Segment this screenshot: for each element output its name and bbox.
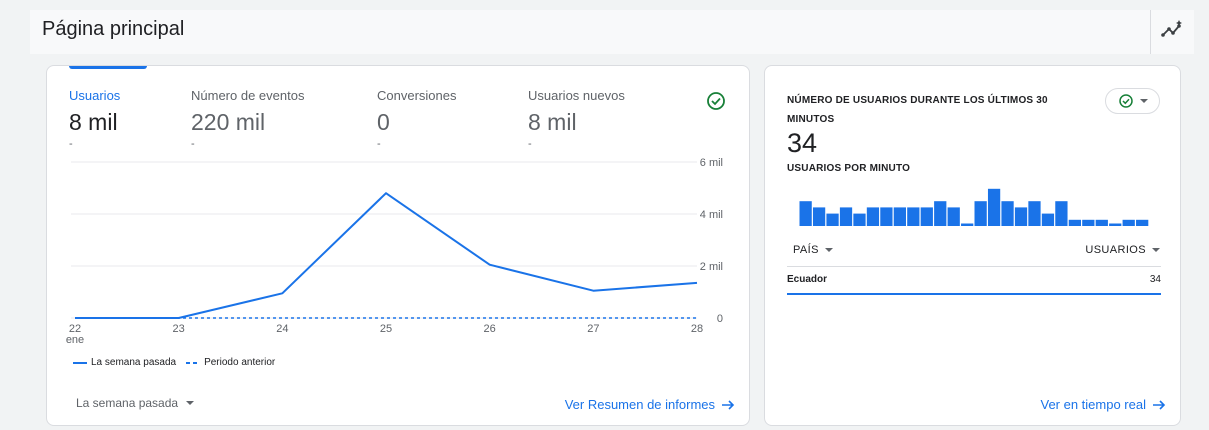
x-tick-label: 24 <box>276 323 288 335</box>
minute-bar <box>974 201 987 226</box>
view-reports-link[interactable]: Ver Resumen de informes <box>565 397 735 412</box>
minute-bar <box>1095 219 1108 226</box>
minute-bar <box>866 207 880 226</box>
chevron-down-icon <box>186 401 195 405</box>
minute-bar <box>839 207 853 226</box>
column-users-label: USUARIOS <box>1085 244 1146 256</box>
y-tick-label: 6 mil <box>700 157 723 169</box>
minute-bar <box>1055 201 1068 226</box>
view-realtime-link[interactable]: Ver en tiempo real <box>1040 397 1166 412</box>
x-tick-sublabel: ene <box>66 334 84 346</box>
x-tick-label: 27 <box>587 323 599 335</box>
minute-bar <box>893 207 906 226</box>
minute-bar <box>799 201 812 226</box>
minute-bar <box>961 223 974 226</box>
legend-previous: Periodo anterior <box>204 357 276 368</box>
minute-bar <box>1068 219 1081 226</box>
x-tick-label: 26 <box>484 323 496 335</box>
minute-bar <box>934 201 947 226</box>
chevron-down-icon <box>824 248 833 252</box>
minute-bar <box>1014 207 1028 226</box>
realtime-card: NÚMERO DE USUARIOS DURANTE LOS ÚLTIMOS 3… <box>764 65 1181 426</box>
minute-bar <box>880 207 893 226</box>
y-tick-label: 0 <box>717 313 723 325</box>
table-divider <box>787 266 1161 267</box>
x-tick-label: 23 <box>173 323 185 335</box>
minute-bar <box>1136 219 1149 226</box>
minute-bar <box>1001 201 1014 226</box>
minute-bar <box>920 207 933 226</box>
minute-bar <box>812 207 826 226</box>
page-title: Página principal <box>42 18 185 40</box>
legend-dashed-swatch <box>186 361 201 364</box>
minute-bar <box>1109 223 1122 226</box>
x-tick-label: 28 <box>691 323 703 335</box>
minute-bar <box>853 213 866 226</box>
minute-bar <box>1122 219 1135 226</box>
view-realtime-label: Ver en tiempo real <box>1040 397 1146 412</box>
summary-card: Usuarios 8 mil - Número de eventos 220 m… <box>46 65 750 426</box>
row-bar-indicator <box>787 293 1161 295</box>
minute-bar <box>1041 213 1055 226</box>
column-header-users[interactable]: USUARIOS <box>1085 244 1160 256</box>
minute-bar <box>947 207 960 226</box>
column-country-label: PAÍS <box>793 244 819 256</box>
y-tick-label: 2 mil <box>700 261 723 273</box>
legend-solid-swatch <box>73 361 87 364</box>
header-divider <box>1150 10 1151 54</box>
view-reports-label: Ver Resumen de informes <box>564 397 715 412</box>
country-cell: Ecuador <box>787 274 828 285</box>
minute-bar <box>907 207 920 226</box>
column-header-country[interactable]: PAÍS <box>793 244 833 256</box>
minute-bar <box>1082 219 1095 226</box>
chart-legend: La semana pasada Periodo anterior <box>73 357 275 368</box>
period-label: La semana pasada <box>76 396 179 410</box>
users-line-chart: 02 mil4 mil6 mil22 23 24 25 26 27 28ene <box>66 157 723 346</box>
period-dropdown[interactable]: La semana pasada <box>76 396 195 410</box>
insights-sparkle-icon[interactable] <box>1160 18 1184 42</box>
page-header-bar <box>30 10 1194 54</box>
y-tick-label: 4 mil <box>700 209 723 221</box>
users-cell: 34 <box>1149 274 1161 285</box>
users-per-minute-chart <box>799 188 1149 226</box>
x-tick-label: 25 <box>380 323 392 335</box>
legend-current: La semana pasada <box>91 357 177 368</box>
series-line-current <box>75 192 698 319</box>
minute-bar <box>987 188 1001 226</box>
arrow-right-icon <box>722 399 735 410</box>
chevron-down-icon <box>1152 248 1160 252</box>
minute-bar <box>826 213 839 226</box>
arrow-right-icon <box>1153 399 1166 410</box>
minute-bar <box>1028 201 1041 226</box>
